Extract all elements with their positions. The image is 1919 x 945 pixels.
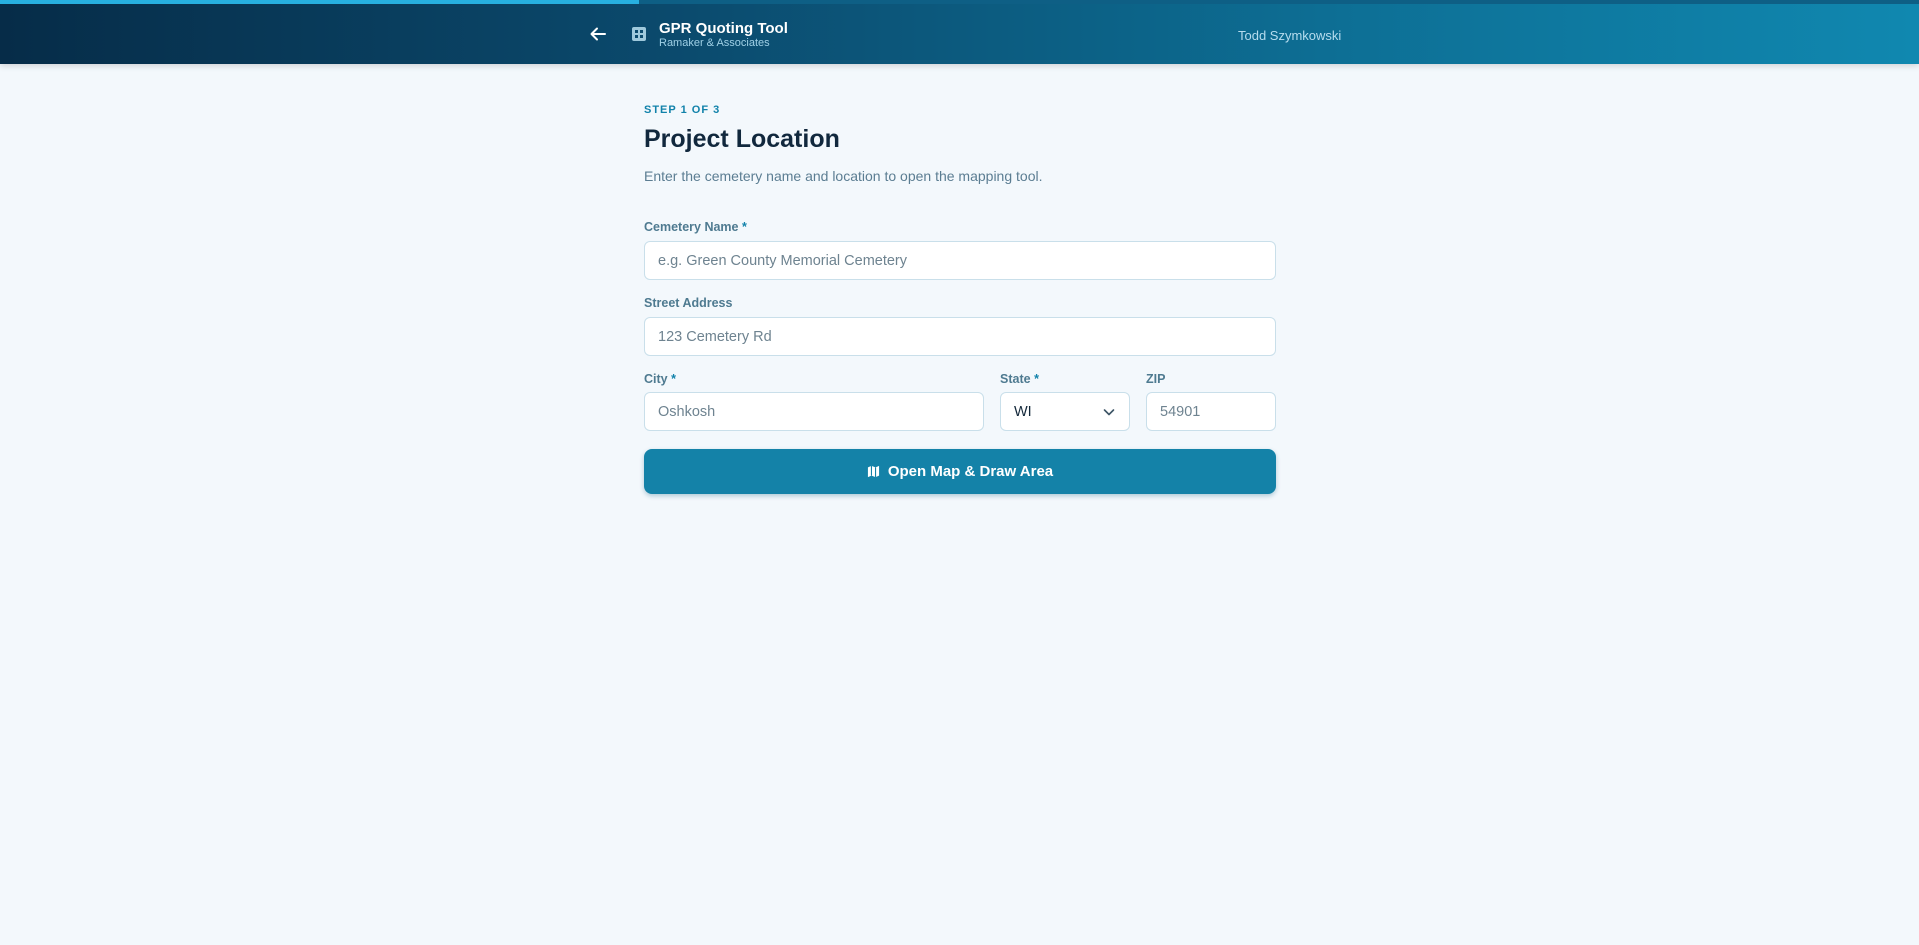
street-address-label: Street Address bbox=[644, 296, 732, 310]
page-title: Project Location bbox=[644, 125, 840, 153]
progress-track bbox=[0, 0, 1919, 4]
required-mark: * bbox=[671, 372, 676, 386]
building-icon bbox=[632, 27, 646, 41]
map-icon bbox=[867, 465, 879, 478]
state-label: State * bbox=[1000, 372, 1039, 386]
street-address-input[interactable] bbox=[644, 317, 1276, 356]
chevron-down-icon bbox=[1103, 408, 1115, 415]
back-button[interactable] bbox=[584, 20, 612, 48]
city-input[interactable] bbox=[644, 392, 984, 431]
cemetery-name-input[interactable] bbox=[644, 241, 1276, 280]
required-mark: * bbox=[1034, 372, 1039, 386]
state-label-text: State bbox=[1000, 372, 1031, 386]
user-name[interactable]: Todd Szymkowski bbox=[1238, 28, 1341, 43]
open-map-button[interactable]: Open Map & Draw Area bbox=[644, 449, 1276, 494]
zip-input[interactable] bbox=[1146, 392, 1276, 431]
cemetery-name-label: Cemetery Name * bbox=[644, 220, 747, 234]
state-select[interactable]: WI bbox=[1000, 392, 1130, 431]
app-title: GPR Quoting Tool bbox=[659, 20, 788, 37]
app-header: GPR Quoting Tool Ramaker & Associates To… bbox=[0, 0, 1919, 64]
page-description: Enter the cemetery name and location to … bbox=[644, 168, 1043, 184]
required-mark: * bbox=[741, 220, 747, 234]
city-label-text: City bbox=[644, 372, 668, 386]
street-address-label-text: Street Address bbox=[644, 296, 733, 310]
progress-fill bbox=[0, 0, 640, 4]
cemetery-name-label-text: Cemetery Name bbox=[644, 220, 739, 234]
open-map-button-label: Open Map & Draw Area bbox=[887, 463, 1054, 480]
city-label: City * bbox=[644, 372, 676, 386]
zip-label: ZIP bbox=[1146, 372, 1165, 386]
step-label: STEP 1 OF 3 bbox=[644, 104, 721, 116]
zip-label-text: ZIP bbox=[1146, 372, 1166, 386]
arrow-left-icon bbox=[590, 27, 606, 41]
state-select-value: WI bbox=[1014, 403, 1032, 420]
app-subtitle: Ramaker & Associates bbox=[659, 37, 770, 49]
